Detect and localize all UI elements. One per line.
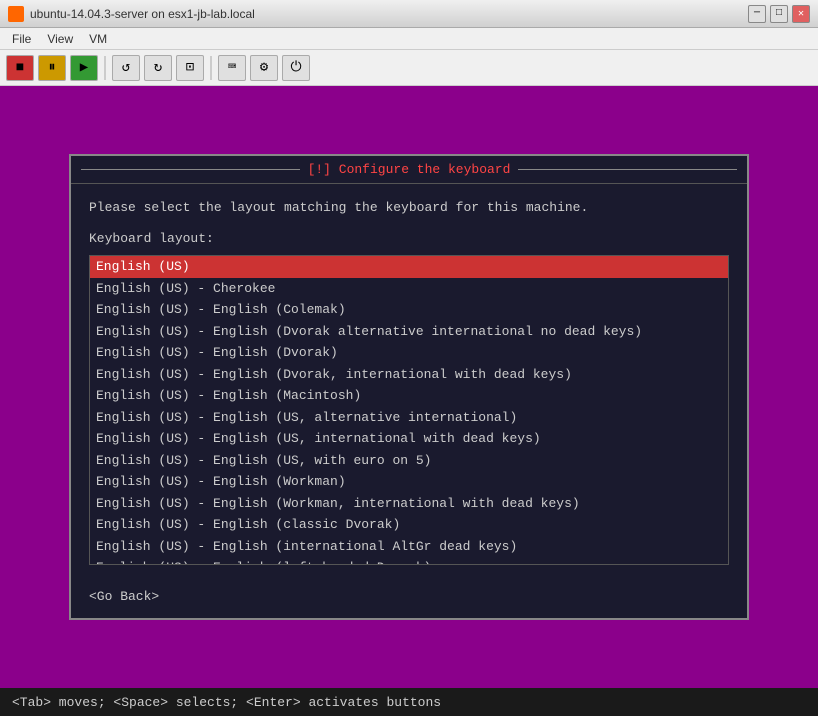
- settings-button[interactable]: ⚙: [250, 55, 278, 81]
- dialog-description: Please select the layout matching the ke…: [89, 198, 729, 219]
- maximize-button[interactable]: □: [770, 5, 788, 23]
- pause-button[interactable]: ⏸: [38, 55, 66, 81]
- toolbar-separator-2: [210, 56, 212, 80]
- list-item[interactable]: English (US) - English (Colemak): [90, 299, 728, 321]
- title-dash-right: [518, 169, 737, 170]
- keyboard-layout-list[interactable]: English (US)English (US) - CherokeeEngli…: [89, 255, 729, 565]
- titlebar: ubuntu-14.04.3-server on esx1-jb-lab.loc…: [0, 0, 818, 28]
- dialog-titlebar: [!] Configure the keyboard: [71, 156, 747, 184]
- list-item[interactable]: English (US) - English (Dvorak, internat…: [90, 364, 728, 386]
- list-item[interactable]: English (US): [90, 256, 728, 278]
- terminal-dialog: [!] Configure the keyboard Please select…: [69, 154, 749, 621]
- toolbar: ■ ⏸ ▶ ↺ ↻ ⊡ ⌨ ⚙ ⏻: [0, 50, 818, 86]
- play-button[interactable]: ▶: [70, 55, 98, 81]
- title-dash-left: [81, 169, 300, 170]
- minimize-button[interactable]: ─: [748, 5, 766, 23]
- power-button[interactable]: ⏻: [282, 55, 310, 81]
- list-item[interactable]: English (US) - English (classic Dvorak): [90, 514, 728, 536]
- list-item[interactable]: English (US) - English (Dvorak): [90, 342, 728, 364]
- main-area: [!] Configure the keyboard Please select…: [0, 86, 818, 688]
- snapshot-button[interactable]: ⊡: [176, 55, 204, 81]
- menu-file[interactable]: File: [4, 30, 39, 48]
- send-ctrl-alt-del-button[interactable]: ⌨: [218, 55, 246, 81]
- toolbar-separator-1: [104, 56, 106, 80]
- dialog-title: [!] Configure the keyboard: [308, 162, 511, 177]
- menu-vm[interactable]: VM: [81, 30, 115, 48]
- list-item[interactable]: English (US) - English (Workman): [90, 471, 728, 493]
- list-item[interactable]: English (US) - English (US, alternative …: [90, 407, 728, 429]
- stop-button[interactable]: ■: [6, 55, 34, 81]
- list-item[interactable]: English (US) - English (US, internationa…: [90, 428, 728, 450]
- go-back-button[interactable]: <Go Back>: [89, 589, 159, 604]
- list-item[interactable]: English (US) - English (Workman, interna…: [90, 493, 728, 515]
- menu-view[interactable]: View: [39, 30, 81, 48]
- menubar: File View VM: [0, 28, 818, 50]
- list-item[interactable]: English (US) - English (left handed Dvor…: [90, 557, 728, 565]
- list-item[interactable]: English (US) - Cherokee: [90, 278, 728, 300]
- dialog-footer: <Go Back>: [71, 579, 747, 618]
- list-item[interactable]: English (US) - English (international Al…: [90, 536, 728, 558]
- keyboard-layout-label: Keyboard layout:: [89, 229, 729, 250]
- window-title: ubuntu-14.04.3-server on esx1-jb-lab.loc…: [30, 7, 748, 21]
- list-item[interactable]: English (US) - English (Macintosh): [90, 385, 728, 407]
- list-item[interactable]: English (US) - English (US, with euro on…: [90, 450, 728, 472]
- window-controls: ─ □ ✕: [748, 5, 810, 23]
- refresh-button[interactable]: ↺: [112, 55, 140, 81]
- app-icon: [8, 6, 24, 22]
- reset-button[interactable]: ↻: [144, 55, 172, 81]
- list-item[interactable]: English (US) - English (Dvorak alternati…: [90, 321, 728, 343]
- dialog-body: Please select the layout matching the ke…: [71, 184, 747, 580]
- statusbar-text: <Tab> moves; <Space> selects; <Enter> ac…: [12, 695, 441, 710]
- statusbar: <Tab> moves; <Space> selects; <Enter> ac…: [0, 688, 818, 716]
- close-button[interactable]: ✕: [792, 5, 810, 23]
